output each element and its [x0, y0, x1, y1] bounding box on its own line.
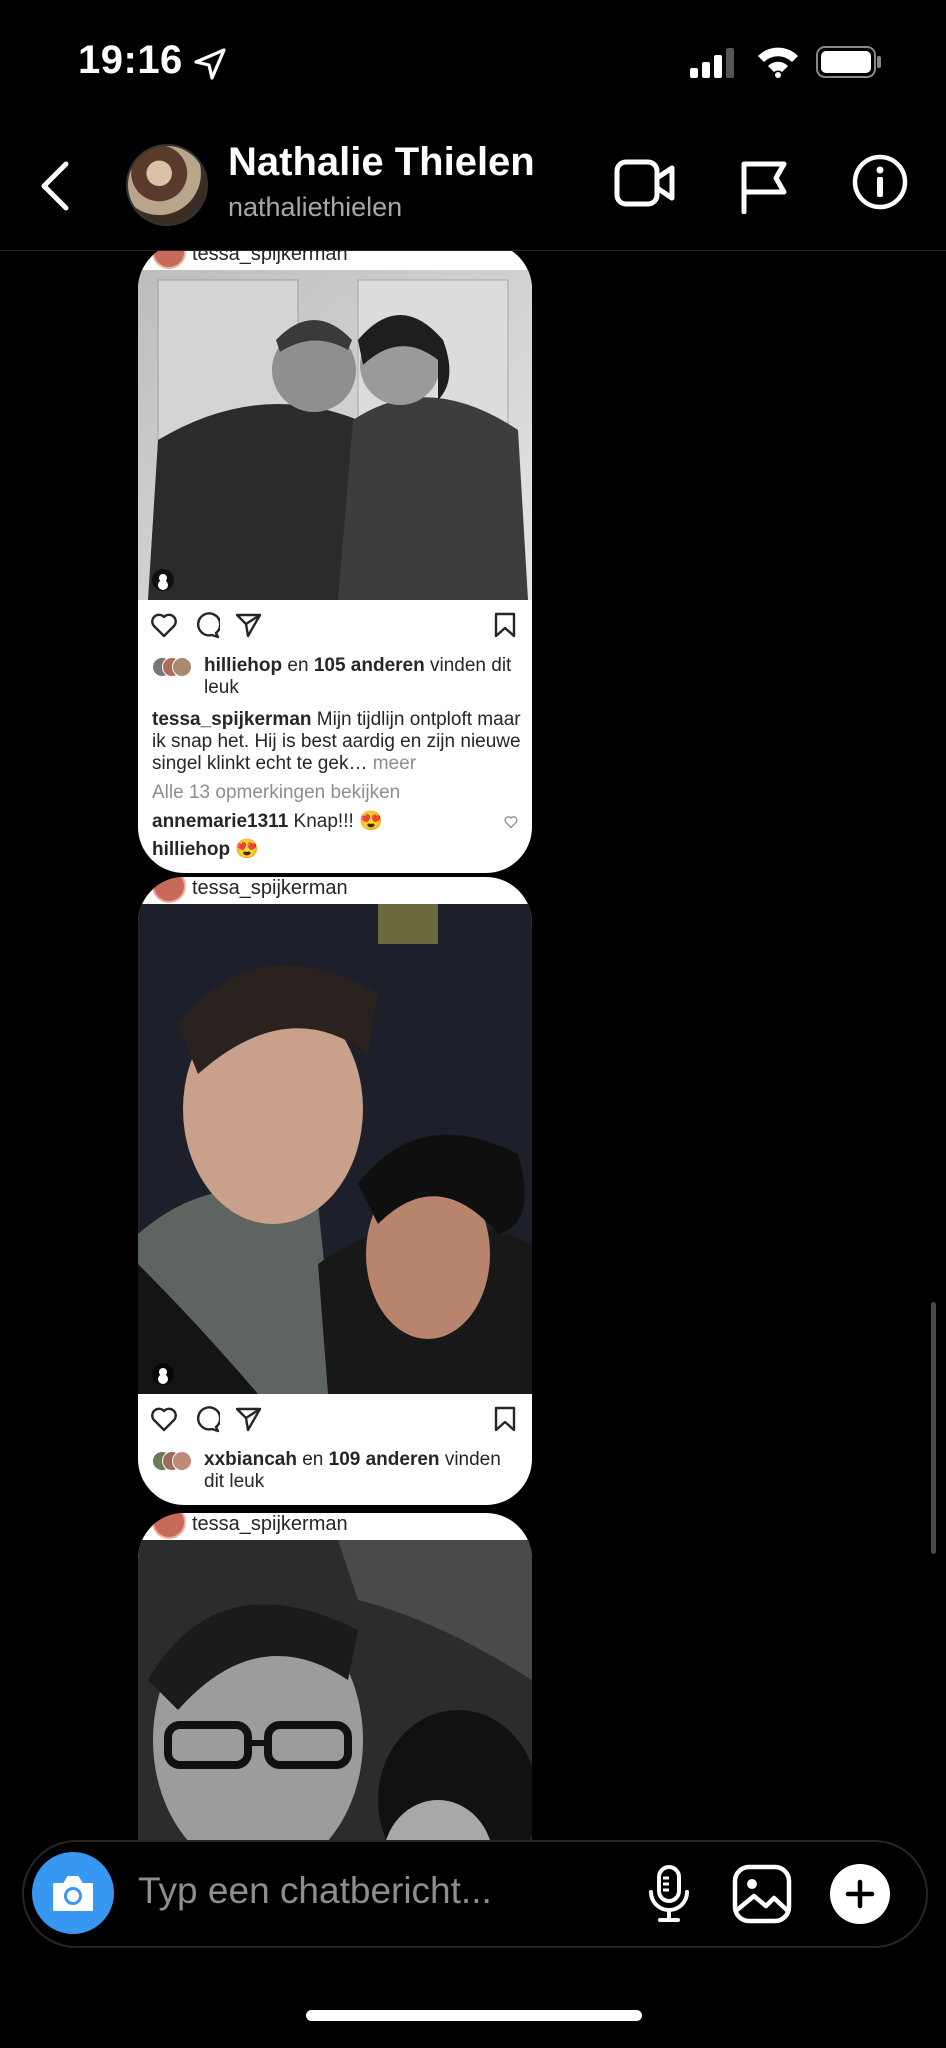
comment-like-icon[interactable] — [504, 815, 518, 829]
post-author-avatar — [152, 251, 186, 269]
heart-icon[interactable] — [150, 611, 178, 639]
bookmark-icon[interactable] — [492, 611, 518, 639]
flag-icon[interactable] — [738, 158, 790, 214]
camera-button[interactable] — [32, 1852, 114, 1934]
home-indicator[interactable] — [306, 2010, 642, 2021]
shared-post-card[interactable]: tessa_spijkerman hilliehop en 105 andere… — [138, 251, 532, 873]
comment-icon[interactable] — [192, 1405, 220, 1433]
post-author: tessa_spijkerman — [192, 877, 348, 899]
likes-mid: en — [282, 655, 314, 676]
video-call-icon[interactable] — [614, 158, 676, 208]
shared-post-card[interactable]: tessa_spijkerman — [138, 1513, 532, 1841]
scrollbar[interactable] — [931, 1302, 936, 1554]
camera-icon — [53, 1876, 93, 1911]
comment-user[interactable]: annemarie1311 — [152, 811, 288, 832]
tagged-user-icon[interactable] — [152, 1363, 174, 1385]
liked-by-user[interactable]: xxbiancah — [204, 1449, 297, 1470]
message-thread[interactable]: tessa_spijkerman hilliehop en 105 andere… — [0, 251, 946, 1841]
share-icon[interactable] — [234, 611, 262, 639]
comment-text: 😍 — [230, 839, 260, 860]
message-composer: Typ een chatbericht... — [22, 1840, 928, 1948]
tagged-user-icon[interactable] — [152, 569, 174, 591]
location-arrow-icon — [194, 48, 226, 80]
bookmark-icon[interactable] — [492, 1405, 518, 1433]
plus-icon — [845, 1879, 875, 1909]
add-button[interactable] — [830, 1864, 890, 1924]
liker-avatars — [152, 657, 200, 677]
back-chevron-icon[interactable] — [36, 156, 76, 216]
likes-summary[interactable]: xxbiancah en 109 anderen vinden dit leuk — [152, 1449, 522, 1497]
info-icon[interactable] — [852, 154, 908, 210]
caption-author[interactable]: tessa_spijkerman — [152, 709, 312, 730]
signal-icon — [690, 48, 734, 78]
post-caption: tessa_spijkerman Mijn tijdlijn ontploft … — [152, 709, 522, 775]
chat-header: Nathalie Thielen nathaliethielen — [0, 120, 946, 251]
message-input[interactable]: Typ een chatbericht... — [138, 1870, 492, 1912]
comment-user[interactable]: hilliehop — [152, 839, 230, 860]
status-time: 19:16 — [78, 38, 183, 82]
likes-count[interactable]: 105 anderen — [314, 655, 425, 676]
likes-summary[interactable]: hilliehop en 105 anderen vinden dit leuk — [152, 655, 522, 703]
liker-avatars — [152, 1451, 200, 1471]
comment-text: Knap!!! 😍 — [288, 811, 383, 832]
post-actions — [150, 1405, 520, 1439]
comment-icon[interactable] — [192, 611, 220, 639]
comment: hilliehop 😍 — [152, 839, 522, 861]
liked-by-user[interactable]: hilliehop — [204, 655, 282, 676]
view-comments-link[interactable]: Alle 13 opmerkingen bekijken — [152, 782, 522, 804]
heart-icon[interactable] — [150, 1405, 178, 1433]
post-author: tessa_spijkerman — [192, 1513, 348, 1535]
contact-name[interactable]: Nathalie Thielen — [228, 140, 535, 185]
post-author: tessa_spijkerman — [192, 251, 348, 265]
shared-post-card[interactable]: tessa_spijkerman xxbiancah en 109 andere… — [138, 877, 532, 1505]
contact-username[interactable]: nathaliethielen — [228, 192, 402, 223]
likes-count[interactable]: 109 anderen — [329, 1449, 440, 1470]
share-icon[interactable] — [234, 1405, 262, 1433]
post-actions — [150, 611, 520, 645]
post-author-avatar — [152, 1513, 186, 1539]
comment: annemarie1311 Knap!!! 😍 — [152, 811, 522, 833]
post-photo[interactable] — [138, 904, 532, 1394]
avatar[interactable] — [126, 144, 208, 226]
post-photo[interactable] — [138, 270, 532, 600]
battery-icon — [816, 46, 881, 78]
microphone-icon[interactable] — [646, 1864, 692, 1924]
likes-mid: en — [296, 1449, 329, 1470]
post-photo[interactable] — [138, 1540, 532, 1841]
more-link[interactable]: meer — [367, 753, 416, 774]
status-bar: 19:16 — [0, 0, 946, 120]
wifi-icon — [758, 47, 798, 78]
post-author-avatar — [152, 877, 186, 903]
gallery-icon[interactable] — [732, 1864, 792, 1924]
